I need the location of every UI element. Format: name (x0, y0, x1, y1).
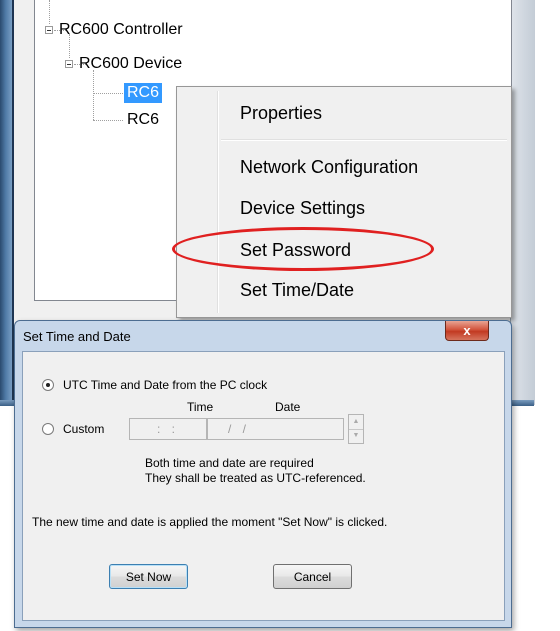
date-field[interactable]: / / (207, 418, 344, 440)
menu-separator (221, 139, 507, 141)
context-menu: Properties Network Configuration Device … (176, 86, 512, 318)
set-time-date-dialog: Set Time and Date x UTC Time and Date fr… (14, 320, 512, 628)
menu-item-device-settings[interactable]: Device Settings (240, 196, 365, 220)
date-header: Date (275, 400, 301, 414)
date-value: / / (228, 422, 251, 436)
custom-option-label[interactable]: Custom (63, 422, 104, 436)
menu-item-set-time-date[interactable]: Set Time/Date (240, 278, 354, 302)
tree-connector (49, 0, 50, 24)
menu-item-network-configuration[interactable]: Network Configuration (240, 155, 418, 179)
close-icon: x (463, 323, 471, 338)
utc-option-label[interactable]: UTC Time and Date from the PC clock (63, 378, 267, 392)
tree-connector (93, 120, 123, 121)
highlight-oval (172, 227, 434, 271)
spinner-up-icon[interactable]: ▲ (349, 415, 363, 430)
utc-radio[interactable] (42, 379, 54, 391)
tree-node-controller[interactable]: RC600 Controller (59, 20, 183, 40)
close-button[interactable]: x (445, 321, 489, 341)
tree-collapse-icon[interactable] (45, 26, 53, 34)
tree-collapse-icon[interactable] (65, 60, 73, 68)
tree-node-device[interactable]: RC600 Device (79, 54, 182, 74)
tree-node-sibling[interactable]: RC6 (127, 110, 159, 130)
utc-referenced-note: They shall be treated as UTC-referenced. (145, 471, 366, 485)
tree-connector (93, 70, 94, 120)
dialog-title: Set Time and Date (23, 329, 131, 344)
window-frame-left (0, 0, 14, 405)
scrollbar-track[interactable] (510, 0, 535, 405)
menu-gutter (217, 91, 219, 313)
dialog-body: UTC Time and Date from the PC clock Time… (22, 351, 505, 621)
custom-radio[interactable] (42, 423, 54, 435)
apply-note: The new time and date is applied the mom… (32, 515, 388, 529)
date-spinner[interactable]: ▲ ▼ (348, 414, 364, 444)
cancel-button[interactable]: Cancel (273, 564, 352, 589)
tree-node-selected[interactable]: RC6 (124, 83, 163, 103)
required-note: Both time and date are required (145, 456, 314, 470)
time-field[interactable]: : : (129, 418, 207, 440)
tree-connector (93, 93, 123, 94)
spinner-down-icon[interactable]: ▼ (349, 429, 363, 443)
set-now-button[interactable]: Set Now (109, 564, 188, 589)
time-value: : : (156, 422, 179, 436)
time-header: Time (187, 400, 214, 414)
menu-item-properties[interactable]: Properties (240, 101, 322, 125)
